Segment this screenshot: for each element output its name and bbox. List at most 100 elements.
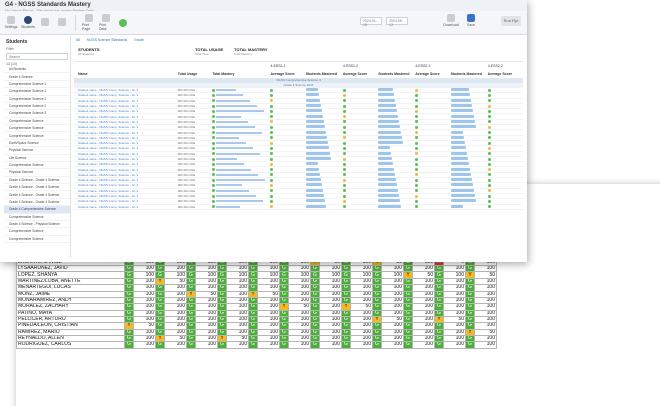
student-name-link[interactable]: Student name - NGSS Comp. Science - Gr. … — [74, 173, 178, 177]
student-group-item[interactable]: Comprehensive Science — [4, 214, 70, 221]
student-name-link[interactable]: Student name - NGSS Comp. Science - Gr. … — [74, 199, 178, 203]
student-group-item[interactable]: Comprehensive Science 2 — [4, 96, 70, 103]
average-score-cell — [270, 194, 305, 198]
student-group-item[interactable]: Comprehensive Science 1 — [4, 88, 70, 96]
student-group-item[interactable]: Grade 4 Science - Grade 4 Science — [4, 199, 70, 207]
students-button[interactable]: Students — [21, 16, 35, 29]
sheet-cell[interactable]: G — [372, 341, 382, 349]
download-button[interactable]: Download — [443, 14, 459, 27]
student-group-item[interactable]: Comprehensive Science — [4, 236, 70, 243]
student-search-input[interactable] — [6, 53, 68, 60]
student-group-item[interactable]: Comprehensive Science — [4, 228, 70, 236]
tab-ngss[interactable]: NGSS Science Standards — [87, 38, 127, 42]
sheet-cell[interactable]: G — [403, 341, 413, 349]
sheet-cell[interactable]: G — [434, 341, 444, 349]
student-name-link[interactable]: Student name - NGSS Comp. Science - Gr. … — [74, 136, 178, 140]
sheet-cell[interactable]: G — [279, 341, 289, 349]
filter-button[interactable] — [38, 18, 52, 27]
date-from-input[interactable]: 2024-01-15 — [360, 17, 382, 27]
student-group-item[interactable]: Grade 4 Science - Grade 4 Science — [4, 184, 70, 192]
average-score-cell — [342, 120, 378, 124]
mastered-bar — [450, 178, 472, 182]
student-group-item[interactable]: Physical Science — [4, 147, 70, 155]
sheet-cell[interactable]: 100 — [412, 341, 435, 349]
sheet-cell[interactable]: G — [186, 341, 196, 349]
student-name-link[interactable]: Student name - NGSS Comp. Science - Gr. … — [74, 131, 178, 135]
sheet-cell[interactable]: 100 — [195, 341, 218, 349]
student-group-item[interactable]: Life Science — [4, 155, 70, 162]
sheet-cell[interactable]: 100 — [257, 341, 280, 349]
student-group-item[interactable]: Comprehensive Science — [4, 162, 70, 170]
student-group-item[interactable]: Grade 4 Science - Grade 4 Science — [4, 191, 70, 199]
sheet-cell[interactable]: 100 — [164, 341, 187, 349]
student-name-link[interactable]: Student name - NGSS Comp. Science - Gr. … — [74, 104, 178, 108]
student-group-item[interactable]: Comprehensive Science 1 — [4, 81, 70, 89]
sheet-cell[interactable]: RODRIGUEZ, CARLOS — [16, 341, 125, 349]
date-to-input[interactable]: 2024-05-13 — [386, 17, 408, 27]
student-group-item[interactable]: Grade 4 Science - Physical Science — [4, 221, 70, 229]
name-column-header[interactable]: Name — [78, 72, 178, 76]
print-data-button[interactable]: Print Data — [99, 14, 113, 31]
student-name-link[interactable]: Student name - NGSS Comp. Science - Gr. … — [74, 93, 178, 97]
status-dot — [487, 120, 491, 124]
sheet-cell[interactable]: 100 — [133, 341, 156, 349]
student-group-item[interactable]: Grade 4 Science — [4, 73, 70, 81]
print-page-button[interactable]: Print Page — [82, 14, 96, 31]
student-group-item[interactable]: Comprehensive Science — [4, 118, 70, 125]
student-name-link[interactable]: Student name - NGSS Comp. Science - Gr. … — [74, 99, 178, 103]
sheet-cell[interactable]: 100 — [288, 341, 311, 349]
run-report-button[interactable]: Run Rpt — [501, 16, 521, 26]
sheet-cell[interactable]: G — [217, 341, 227, 349]
sheet-cell[interactable]: 100 — [443, 341, 466, 349]
sheet-cell[interactable]: G — [341, 341, 351, 349]
student-name-link[interactable]: Student name - NGSS Comp. Science - Gr. … — [74, 115, 178, 119]
student-group-item[interactable]: Comprehensive Science — [4, 132, 70, 140]
tab-grade[interactable]: Grade — [134, 38, 144, 42]
student-name-link[interactable]: Student name - NGSS Comp. Science - Gr. … — [74, 109, 178, 113]
student-name-link[interactable]: Student name - NGSS Comp. Science - Gr. … — [74, 120, 178, 124]
settings-button[interactable]: Settings — [4, 16, 18, 29]
student-name-link[interactable]: Student name - NGSS Comp. Science - Gr. … — [74, 152, 178, 156]
student-group-item[interactable]: Comprehensive Science 3 — [4, 110, 70, 118]
student-name-link[interactable]: Student name - NGSS Comp. Science - Gr. … — [74, 189, 178, 193]
status-dot — [487, 88, 491, 92]
student-name-link[interactable]: Student name - NGSS Comp. Science - Gr. … — [74, 183, 178, 187]
sheet-cell[interactable]: G — [310, 341, 320, 349]
status-dot — [270, 115, 274, 119]
sheet-cell[interactable]: 100 — [381, 341, 404, 349]
student-group-item[interactable]: Grade 4 Comprehensive Science — [4, 206, 70, 214]
sheet-cell[interactable]: G — [124, 341, 134, 349]
student-group-item[interactable]: Comprehensive Science — [4, 125, 70, 133]
student-name-link[interactable]: Student name - NGSS Comp. Science - Gr. … — [74, 168, 178, 172]
student-name-link[interactable]: Student name - NGSS Comp. Science - Gr. … — [74, 125, 178, 129]
sort-icon — [58, 18, 66, 26]
student-name-link[interactable]: Student name - NGSS Comp. Science - Gr. … — [74, 88, 178, 92]
sheet-cell[interactable]: G — [248, 341, 258, 349]
add-button[interactable] — [116, 18, 130, 27]
sheet-cell[interactable]: 100 — [226, 341, 249, 349]
tab-all[interactable]: All — [76, 38, 80, 42]
average-score-cell — [342, 189, 378, 193]
student-group-item[interactable]: Comprehensive Science 2 — [4, 103, 70, 111]
student-name-link[interactable]: Student name - NGSS Comp. Science - Gr. … — [74, 146, 178, 150]
sheet-cell[interactable]: 100 — [474, 341, 497, 349]
mastery-cell — [212, 120, 270, 124]
student-group-item[interactable]: Earth/Space Science — [4, 140, 70, 148]
status-dot — [487, 199, 491, 203]
student-name-link[interactable]: Student name - NGSS Comp. Science - Gr. … — [74, 178, 178, 182]
student-name-link[interactable]: Student name - NGSS Comp. Science - Gr. … — [74, 141, 178, 145]
student-name-link[interactable]: Student name - NGSS Comp. Science - Gr. … — [74, 162, 178, 166]
student-name-link[interactable]: Student name - NGSS Comp. Science - Gr. … — [74, 194, 178, 198]
student-group-item[interactable]: Physical Science — [4, 169, 70, 177]
table-row[interactable]: Student name - NGSS Comp. Science - Gr. … — [74, 204, 523, 210]
student-group-item[interactable]: All Students — [4, 66, 70, 74]
sheet-cell[interactable]: 100 — [319, 341, 342, 349]
student-name-link[interactable]: Student name - NGSS Comp. Science - Gr. … — [74, 205, 178, 209]
save-button[interactable]: Save — [464, 14, 478, 27]
sheet-cell[interactable]: G — [465, 341, 475, 349]
sheet-cell[interactable]: G — [155, 341, 165, 349]
sort-button[interactable] — [55, 18, 69, 27]
student-group-item[interactable]: Grade 4 Science - Grade 4 Science — [4, 177, 70, 184]
sheet-cell[interactable]: 100 — [350, 341, 373, 349]
student-name-link[interactable]: Student name - NGSS Comp. Science - Gr. … — [74, 157, 178, 161]
